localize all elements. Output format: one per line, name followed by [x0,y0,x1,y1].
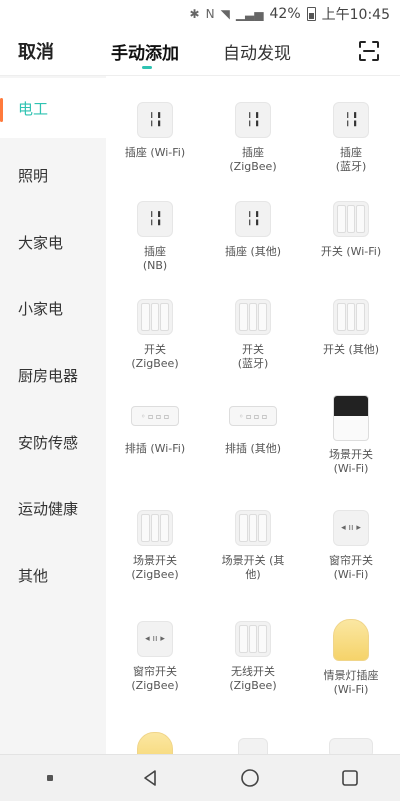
sidebar-item-health[interactable]: 运动健康 [0,478,106,538]
battery-percent: 42% [269,6,301,22]
signal-icon: ▁▃▅ [235,7,264,21]
device-item[interactable] [106,732,204,754]
wireless-switch-icon [235,621,271,657]
scene-switch-icon [137,510,173,546]
curtain-switch-icon: ◂ ıı ▸ [137,621,173,657]
device-item[interactable]: 开关 (其他) [302,299,400,357]
nfc-icon: N [205,7,215,21]
device-item[interactable]: 开关 (Wi-Fi) [302,201,400,259]
device-item[interactable]: ╎╏ 插座 (Wi-Fi) [106,102,204,160]
device-item[interactable]: 开关 (蓝牙) [204,299,302,371]
scene-panel-icon [333,395,369,441]
device-label: 窗帘开关 (Wi-Fi) [329,554,373,581]
back-icon [144,770,156,786]
recents-icon [342,770,358,786]
tab-manual-add[interactable]: 手动添加 [111,39,179,64]
bluetooth-icon: ✱ [189,7,200,21]
device-label: 插座 (ZigBee) [229,146,277,173]
power-strip-icon: ◦ ▫ ▫ ▫ [229,398,277,434]
top-bar: 取消 手动添加 自动发现 [0,28,400,76]
sidebar-item-other[interactable]: 其他 [0,545,106,605]
device-label: 场景开关 (ZigBee) [131,554,179,581]
socket-icon: ╎╏ [137,102,173,138]
switch-icon [235,299,271,335]
recents-button[interactable] [330,758,370,798]
power-strip-icon [329,738,373,754]
status-bar: ✱ N ◥ ▁▃▅ 42% 上午10:45 [0,0,400,28]
device-item[interactable]: ◂ ıı ▸ 窗帘开关 (Wi-Fi) [302,510,400,582]
device-item[interactable]: ◦ ▫ ▫ ▫ 排插 (其他) [204,398,302,456]
device-label: 插座 (NB) [142,245,168,272]
socket-icon: ╎╏ [333,102,369,138]
socket-icon [238,738,268,754]
device-item[interactable]: ◂ ıı ▸ 窗帘开关 (ZigBee) [106,621,204,693]
device-label: 排插 (其他) [224,442,282,455]
switch-icon [137,299,173,335]
device-label: 开关 (Wi-Fi) [320,245,382,258]
device-label: 无线开关 (ZigBee) [229,665,277,692]
device-label: 排插 (Wi-Fi) [124,442,186,455]
sidebar-item-kitchen[interactable]: 厨房电器 [0,345,106,405]
switch-icon [333,299,369,335]
power-strip-icon: ◦ ▫ ▫ ▫ [131,398,179,434]
navigation-bar [0,754,400,801]
scene-switch-icon [235,510,271,546]
device-item[interactable] [302,738,400,754]
device-label: 开关 (其他) [322,343,380,356]
battery-icon [306,7,316,21]
device-label: 开关 (蓝牙) [237,343,269,370]
home-button[interactable] [230,758,270,798]
socket-icon: ╎╏ [235,102,271,138]
switch-icon [333,201,369,237]
sidebar-item-small-appliances[interactable]: 小家电 [0,278,106,338]
device-item[interactable]: 开关 (ZigBee) [106,299,204,371]
device-label: 开关 (ZigBee) [131,343,179,370]
clock: 上午10:45 [321,7,390,23]
socket-icon: ╎╏ [235,201,271,237]
device-item[interactable]: 场景开关 (Wi-Fi) [302,395,400,476]
sidebar-item-lighting[interactable]: 照明 [0,145,106,205]
device-label: 插座 (其他) [224,245,282,258]
device-item[interactable]: 无线开关 (ZigBee) [204,621,302,693]
sidebar-item-large-appliances[interactable]: 大家电 [0,212,106,272]
device-item[interactable]: ◦ ▫ ▫ ▫ 排插 (Wi-Fi) [106,398,204,456]
device-label: 插座 (蓝牙) [335,146,367,173]
wifi-icon: ◥ [220,7,230,21]
back-button[interactable] [130,758,170,798]
tab-indicator [142,66,152,69]
home-icon [241,769,259,787]
device-label: 情景灯插座 (Wi-Fi) [323,669,379,696]
curtain-switch-icon: ◂ ıı ▸ [333,510,369,546]
device-item[interactable]: ╎╏ 插座 (蓝牙) [302,102,400,174]
device-item[interactable]: ╎╏ 插座 (ZigBee) [204,102,302,174]
mood-lamp-icon [137,732,173,754]
device-item[interactable]: 场景开关 (其 他) [204,510,302,582]
device-item[interactable] [204,738,302,754]
device-label: 场景开关 (Wi-Fi) [329,448,373,475]
sidebar-item-security[interactable]: 安防传感 [0,412,106,472]
socket-icon: ╎╏ [137,201,173,237]
device-item[interactable]: ╎╏ 插座 (其他) [204,201,302,259]
device-label: 插座 (Wi-Fi) [124,146,186,159]
scan-icon[interactable] [358,40,380,62]
sidebar-item-electrician[interactable]: 电工 [0,78,106,138]
device-item[interactable]: 场景开关 (ZigBee) [106,510,204,582]
device-item[interactable]: ╎╏ 插座 (NB) [106,201,204,273]
device-label: 场景开关 (其 他) [221,554,285,581]
device-grid: ╎╏ 插座 (Wi-Fi) ╎╏ 插座 (ZigBee) ╎╏ 插座 (蓝牙) … [106,76,400,754]
device-item[interactable]: 情景灯插座 (Wi-Fi) [302,619,400,697]
menu-dot-button[interactable] [30,758,70,798]
cancel-button[interactable]: 取消 [18,38,54,64]
mood-lamp-icon [333,619,369,661]
dot-icon [47,775,53,781]
category-sidebar: 电工 照明 大家电 小家电 厨房电器 安防传感 运动健康 其他 [0,76,106,754]
tab-auto-discover[interactable]: 自动发现 [223,39,291,64]
device-label: 窗帘开关 (ZigBee) [131,665,179,692]
